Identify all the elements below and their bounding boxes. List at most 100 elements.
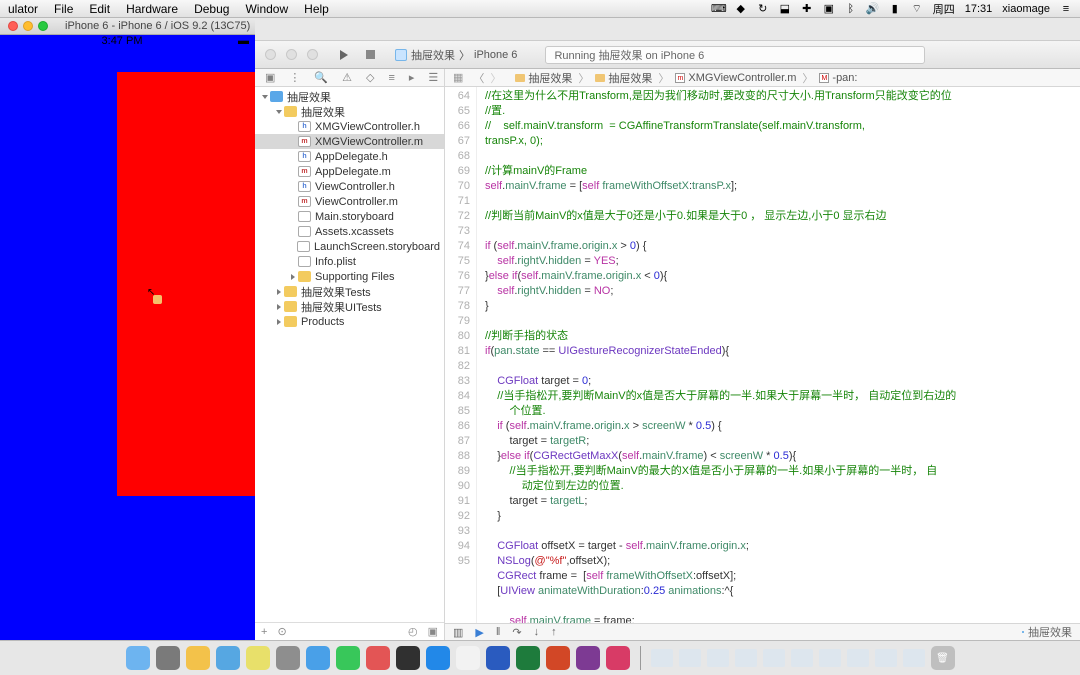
xcode-zoom-button[interactable] [307,49,318,60]
window-close-button[interactable] [8,21,18,31]
minimized-window-icon[interactable] [819,649,841,667]
input-icon[interactable]: ⌨ [713,3,725,15]
minimized-window-icon[interactable] [791,649,813,667]
file-tree-item[interactable]: 抽屉效果 [255,89,444,104]
disclosure-triangle-icon[interactable] [262,95,268,99]
minimized-window-icon[interactable] [651,649,673,667]
minimized-window-icon[interactable] [735,649,757,667]
menu-help[interactable]: Help [304,2,329,16]
jumpbar-crumbs[interactable]: 抽屉效果 〉 抽屉效果 〉 m XMGViewController.m 〉 M … [515,70,857,86]
filter-icon[interactable]: ⊙ [277,625,286,638]
nav-issue-icon[interactable]: ⚠ [342,71,352,84]
pages-app-icon[interactable] [456,646,480,670]
nav-test-icon[interactable]: ◇ [366,71,374,84]
menu-hardware[interactable]: Hardware [126,2,178,16]
nav-symbol-icon[interactable]: ⋮ [289,71,300,84]
editor-jump-bar[interactable]: ▦ 〈 〉 抽屉效果 〉 抽屉效果 〉 m XMGViewController.… [445,69,1080,87]
file-tree-item[interactable]: hViewController.h [255,179,444,194]
safari-app-icon[interactable] [306,646,330,670]
mail-app-icon[interactable] [216,646,240,670]
simulator-titlebar[interactable]: iPhone 6 - iPhone 6 / iOS 9.2 (13C75) [0,18,255,35]
crumb-2[interactable]: XMGViewController.m [688,72,796,84]
nav-debug-icon[interactable]: ≡ [388,72,394,84]
menu-debug[interactable]: Debug [194,2,229,16]
step-out-icon[interactable]: ↑ [551,626,557,638]
file-tree-item[interactable]: mAppDelegate.m [255,164,444,179]
file-tree-item[interactable]: hAppDelegate.h [255,149,444,164]
file-tree-item[interactable]: LaunchScreen.storyboard [255,239,444,254]
related-items-icon[interactable]: ▦ [453,71,463,84]
minimized-window-icon[interactable] [679,649,701,667]
crumb-1[interactable]: 抽屉效果 [608,70,652,86]
xcode-close-button[interactable] [265,49,276,60]
file-tree-item[interactable]: mViewController.m [255,194,444,209]
back-icon[interactable]: 〈 [473,70,484,86]
settings-app-icon[interactable] [276,646,300,670]
file-tree-item[interactable]: Main.storyboard [255,209,444,224]
chrome-app-icon[interactable] [186,646,210,670]
simulator-red-view[interactable]: ↖ [117,72,255,496]
nav-project-icon[interactable]: ▣ [265,71,275,84]
file-tree-item[interactable]: Supporting Files [255,269,444,284]
excel-app-icon[interactable] [516,646,540,670]
crumb-3[interactable]: -pan: [832,72,857,84]
notification-center-icon[interactable]: ≡ [1060,3,1072,15]
clock-time[interactable]: 17:31 [965,3,993,15]
battery-icon[interactable]: ▮ [889,3,901,15]
user-name[interactable]: xiaomage [1002,3,1050,15]
crumb-0[interactable]: 抽屉效果 [528,70,572,86]
file-tree-item[interactable]: Products [255,314,444,329]
menu-edit[interactable]: Edit [89,2,110,16]
file-tree-item[interactable]: hXMGViewController.h [255,119,444,134]
facetime-app-icon[interactable] [336,646,360,670]
continue-icon[interactable]: ‖ [496,626,501,638]
disclosure-triangle-icon[interactable] [291,274,295,280]
notes-app-icon[interactable] [246,646,270,670]
simulator-screen[interactable]: 3:47 PM ▬ ↖ [0,35,255,640]
volume-icon[interactable]: 🔊 [867,3,879,15]
code-content[interactable]: //在这里为什么不用Transform,是因为我们移动时,要改变的尺寸大小.用T… [477,87,1080,623]
breakpoints-icon[interactable]: ▶ [475,626,483,639]
bluetooth-icon[interactable]: ᛒ [845,3,857,15]
xcode-app-icon[interactable] [426,646,450,670]
window-minimize-button[interactable] [23,21,33,31]
disclosure-triangle-icon[interactable] [276,110,282,114]
menu-window[interactable]: Window [245,2,288,16]
date-day[interactable]: 周四 [933,1,955,17]
dropbox-icon[interactable]: ⬓ [779,3,791,15]
disclosure-triangle-icon[interactable] [277,319,281,325]
file-tree-item[interactable]: Info.plist [255,254,444,269]
add-button[interactable]: + [261,626,267,638]
forward-icon[interactable]: 〉 [490,70,501,86]
debug-process-crumb[interactable]: 抽屉效果 [1022,624,1072,640]
finder-app-icon[interactable] [126,646,150,670]
menu-app[interactable]: ulator [8,2,38,16]
clock-icon[interactable]: ◴ [408,625,418,638]
run-button[interactable] [340,50,348,60]
step-over-icon[interactable]: ↷ [512,626,521,639]
scheme-selector[interactable]: 抽屉效果 〉 iPhone 6 [395,47,517,63]
teams-app-icon[interactable] [606,646,630,670]
nav-find-icon[interactable]: 🔍 [314,71,328,84]
word-app-icon[interactable] [486,646,510,670]
launchpad-app-icon[interactable] [156,646,180,670]
screen-app-icon[interactable] [366,646,390,670]
file-tree-item[interactable]: 抽屉效果Tests [255,284,444,299]
minimized-window-icon[interactable] [903,649,925,667]
scm-icon[interactable]: ▣ [428,625,438,638]
file-tree[interactable]: 抽屉效果抽屉效果hXMGViewController.hmXMGViewCont… [255,87,444,622]
hide-debug-icon[interactable]: ▥ [453,626,463,639]
file-tree-item[interactable]: 抽屉效果UITests [255,299,444,314]
disclosure-triangle-icon[interactable] [277,304,281,310]
line-gutter[interactable]: 64 65 66 67 68 69 70 71 72 73 74 75 76 7… [445,87,477,623]
minimized-window-icon[interactable] [707,649,729,667]
evernote-icon[interactable]: ◆ [735,3,747,15]
displays-icon[interactable]: ▣ [823,3,835,15]
stop-button[interactable] [366,50,375,59]
minimized-window-icon[interactable] [763,649,785,667]
nav-report-icon[interactable]: ☰ [428,71,438,84]
onenote-app-icon[interactable] [576,646,600,670]
minimized-window-icon[interactable] [847,649,869,667]
menu-file[interactable]: File [54,2,73,16]
wifi-icon[interactable]: ⌔ [911,3,923,15]
